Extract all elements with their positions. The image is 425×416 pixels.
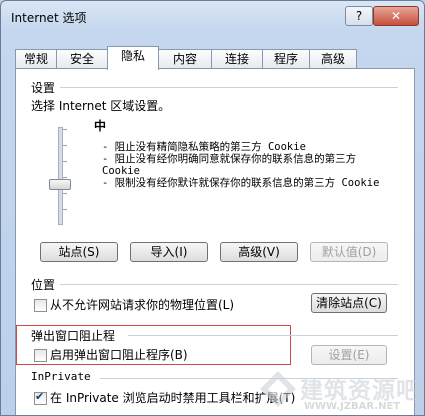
- tab-connections[interactable]: 连接: [211, 49, 263, 69]
- clear-sites-button[interactable]: 清除站点(C): [311, 293, 387, 313]
- description-line: - 阻止没有精简隐私策略的第三方 Cookie: [102, 141, 306, 153]
- location-separator: [60, 284, 398, 285]
- tab-programs[interactable]: 程序: [262, 49, 310, 69]
- sites-button[interactable]: 站点(S): [40, 242, 118, 262]
- location-checkbox-label[interactable]: 从不允许网站请求你的物理位置(L): [50, 296, 234, 313]
- popup-heading: 弹出窗口阻止程: [31, 329, 116, 343]
- description-line: - 阻止没有经你明确同意就保存你的联系信息的第三方 Cookie: [102, 153, 357, 177]
- popup-blocker-checkbox[interactable]: [34, 349, 47, 362]
- inprivate-checkbox[interactable]: [34, 390, 47, 405]
- advanced-button[interactable]: 高级(V): [220, 242, 298, 262]
- popup-settings-button[interactable]: 设置(E): [311, 345, 387, 365]
- zone-instruction: 选择 Internet 区域设置。: [31, 99, 171, 113]
- slider-tick: [63, 129, 67, 130]
- settings-separator: [60, 87, 398, 88]
- privacy-level-slider-thumb[interactable]: [49, 179, 71, 190]
- privacy-level-slider-track[interactable]: [58, 127, 63, 225]
- slider-tick: [63, 161, 67, 162]
- location-heading: 位置: [31, 278, 56, 292]
- privacy-level-description: - 阻止没有精简隐私策略的第三方 Cookie - 阻止没有经你明确同意就保存你…: [102, 141, 392, 189]
- slider-tick: [63, 193, 67, 194]
- tab-general[interactable]: 常规: [15, 49, 57, 69]
- slider-tick: [63, 177, 67, 178]
- title-bar[interactable]: Internet 选项 ? ✕: [1, 1, 424, 31]
- description-line: - 限制没有经你默许就保存你的联系信息的第三方 Cookie: [102, 177, 380, 189]
- tab-privacy[interactable]: 隐私: [107, 46, 159, 70]
- import-button[interactable]: 导入(I): [130, 242, 208, 262]
- slider-tick: [63, 209, 67, 210]
- popup-separator: [128, 335, 398, 336]
- watermark-url: WWW.JZBAR.NET: [304, 401, 401, 412]
- privacy-level-label: 中: [94, 119, 107, 133]
- close-button[interactable]: ✕: [373, 6, 419, 26]
- internet-options-dialog: Internet 选项 ? ✕ 常规 安全 隐私 内容 连接 程序 高级 设置 …: [0, 0, 425, 416]
- location-checkbox[interactable]: [34, 299, 47, 312]
- settings-heading: 设置: [31, 81, 56, 95]
- tab-advanced[interactable]: 高级: [309, 49, 357, 69]
- help-button[interactable]: ?: [345, 6, 373, 26]
- inprivate-heading: InPrivate: [31, 370, 91, 383]
- slider-tick: [63, 145, 67, 146]
- tab-security[interactable]: 安全: [56, 49, 108, 69]
- tab-content[interactable]: 内容: [158, 49, 212, 69]
- watermark-text: 建筑资源吧: [300, 378, 420, 404]
- popup-blocker-label[interactable]: 启用弹出窗口阻止程序(B): [50, 346, 188, 363]
- watermark: 建筑资源吧 WWW.JZBAR.NET: [256, 363, 424, 415]
- watermark-logo-icon: [260, 371, 296, 407]
- default-button[interactable]: 默认值(D): [310, 242, 388, 262]
- window-title: Internet 选项: [11, 11, 87, 25]
